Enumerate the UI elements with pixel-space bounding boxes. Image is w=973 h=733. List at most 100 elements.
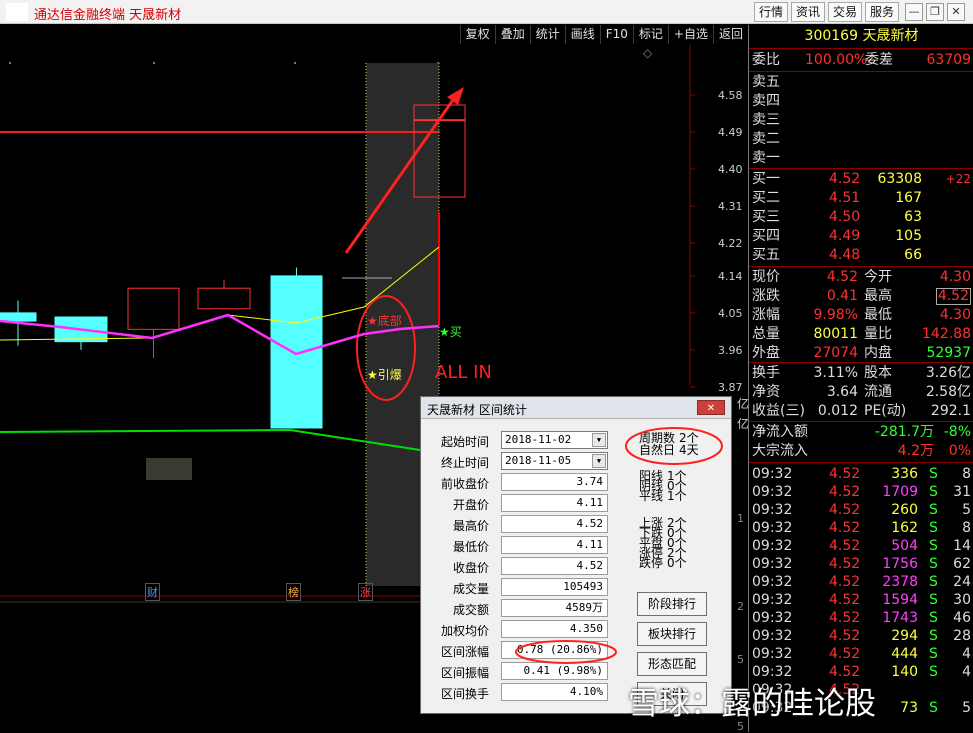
stat-label: 换手 (752, 365, 780, 381)
line-stat: 平线 1个 (639, 490, 687, 502)
weicha-label: 委差 (865, 52, 893, 68)
pattern-match-button[interactable]: 形态匹配 (637, 652, 707, 676)
end-date-picker[interactable]: 2018-11-05 ▼ (501, 452, 608, 470)
move-value: 0个 (667, 556, 687, 570)
app-title: 通达信金融终端 天晟新材 (34, 8, 182, 23)
price-tick-label: 4.05 (718, 307, 743, 320)
stat-value: 4.30 (939, 269, 971, 285)
flow-label: 净流入额 (752, 424, 808, 440)
flow-percent: 0% (948, 443, 971, 459)
flow-value: -281.7万 (874, 424, 934, 440)
stat-label: 净资 (752, 384, 780, 400)
move-stat: 跌停 0个 (639, 556, 687, 570)
stat-label: 涨幅 (752, 307, 780, 323)
stock-name: 天晟新材 (862, 28, 919, 44)
stat-label: 最低 (864, 307, 892, 323)
flow-row: 大宗流入 4.2万 0% (749, 442, 973, 461)
buy-annotation: ★买 (439, 325, 462, 339)
tick-row: 09:32 4.52 260 S 5 (749, 501, 973, 520)
trade-button[interactable]: 交易 (828, 2, 862, 22)
tick-count: 28 (953, 628, 971, 644)
buy-row: 买三 4.50 63 (749, 208, 973, 227)
tick-count: 30 (953, 592, 971, 608)
sell-row: 卖三 (749, 111, 973, 130)
stat-value: 292.1 (930, 403, 971, 419)
dialog-close-icon[interactable]: ✕ (697, 400, 725, 415)
stat-value: 80011 (813, 326, 858, 342)
stat-label: 流通 (864, 384, 892, 400)
period-stat: 自然日 4天 (639, 443, 699, 457)
market-button[interactable]: 行情 (754, 2, 788, 22)
field-value: 105493 (501, 578, 608, 596)
rise-marker[interactable]: 涨 (358, 583, 373, 601)
tick-row: 09:32 4.52 1756 S 62 (749, 555, 973, 574)
candle-body (0, 312, 37, 322)
tick-volume: 444 (891, 646, 918, 662)
tick-price: 4.52 (829, 574, 861, 590)
tick-time: 09:32 (752, 502, 793, 518)
sell-label: 卖五 (752, 74, 780, 90)
tick-side: S (929, 484, 938, 500)
restore-icon[interactable]: ❐ (926, 3, 944, 21)
service-button[interactable]: 服务 (865, 2, 899, 22)
bottom-annotation: ★底部 (367, 314, 402, 328)
sell-row: 卖二 (749, 130, 973, 149)
stat-label: 今开 (864, 269, 892, 285)
detonate-annotation: ★引爆 (367, 368, 402, 382)
stat-row: 涨跌 0.41 最高 4.52 (749, 287, 973, 306)
tick-side: S (929, 466, 938, 482)
price-tick-label: 3.96 (718, 344, 743, 357)
buy-row: 买二 4.51 167 (749, 189, 973, 208)
date-value: 2018-11-02 (505, 433, 572, 446)
stage-ranking-button[interactable]: 阶段排行 (637, 592, 707, 616)
field-label: 成交额 (452, 603, 489, 617)
sector-ranking-button[interactable]: 板块排行 (637, 622, 707, 646)
stock-code: 300169 (804, 28, 858, 44)
news-button[interactable]: 资讯 (791, 2, 825, 22)
field-value: 3.74 (501, 473, 608, 491)
tick-side: S (929, 664, 938, 680)
tick-time: 09:32 (752, 484, 793, 500)
start-date-picker[interactable]: 2018-11-02 ▼ (501, 431, 608, 449)
dropdown-arrow-icon[interactable]: ▼ (592, 454, 606, 468)
period-value: 4天 (679, 443, 699, 457)
tick-volume: 294 (891, 628, 918, 644)
stat-label: 现价 (752, 269, 780, 285)
all-in-annotation: ALL IN (435, 362, 492, 383)
tick-time: 09:32 (752, 646, 793, 662)
field-label: 前收盘价 (440, 477, 489, 491)
sell-row: 卖四 (749, 92, 973, 111)
tick-volume: 336 (891, 466, 918, 482)
tick-row: 09:32 4.52 2378 S 24 (749, 573, 973, 592)
tick-count: 24 (953, 574, 971, 590)
ranking-marker[interactable]: 榜 (286, 583, 301, 601)
date-value: 2018-11-05 (505, 454, 572, 467)
dropdown-arrow-icon[interactable]: ▼ (592, 433, 606, 447)
stat-value: 52937 (926, 345, 971, 361)
price-tick-label: 4.49 (718, 126, 743, 139)
quote-panel: 300169 天晟新材 委比 100.00% 委差 63709 卖五 卖四 卖三 卖二… (748, 25, 973, 732)
buy-row: 买四 4.49 105 (749, 227, 973, 246)
watermark: 雪球：露的哇论股 (628, 686, 876, 722)
stat-row: 净资 3.64 流通 2.58亿 (749, 383, 973, 402)
tick-row: 09:32 4.52 294 S 28 (749, 627, 973, 646)
minimize-icon[interactable]: — (905, 3, 923, 21)
field-value: 4.52 (501, 557, 608, 575)
tick-side: S (929, 502, 938, 518)
price-tick-label: 4.40 (718, 163, 743, 176)
sell-label: 卖三 (752, 112, 780, 128)
financial-marker[interactable]: 财 (145, 583, 160, 601)
tick-volume: 162 (891, 520, 918, 536)
buy-row: 买五 4.48 66 (749, 246, 973, 265)
dialog-titlebar[interactable]: 天晟新材 区间统计 ✕ (421, 397, 731, 419)
close-icon[interactable]: ✕ (947, 3, 965, 21)
stat-row: 收益(三) 0.012 PE(动) 292.1 (749, 402, 973, 421)
tick-time: 09:32 (752, 556, 793, 572)
sell-label: 卖一 (752, 150, 780, 166)
sell-row: 卖五 (749, 73, 973, 92)
field-value: 4.11 (501, 494, 608, 512)
field-value: 4.350 (501, 620, 608, 638)
stat-value: 3.11% (813, 365, 858, 381)
buy-volume: 63 (904, 209, 922, 225)
tick-price: 4.52 (829, 466, 861, 482)
